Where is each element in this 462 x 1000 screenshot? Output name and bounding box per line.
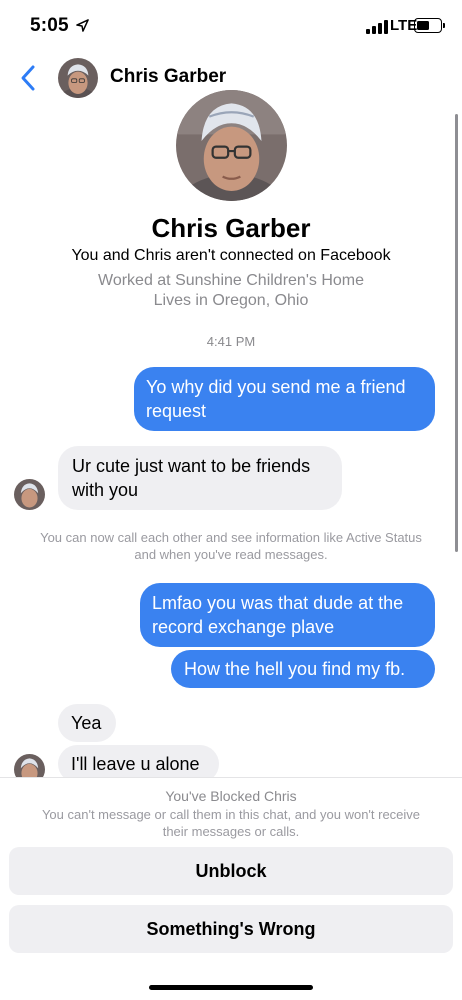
message-bubble-incoming[interactable]: Yea [58, 704, 116, 742]
location-arrow-icon [76, 19, 89, 32]
battery-level [417, 21, 430, 30]
battery-icon [414, 18, 445, 33]
profile-connection-status: You and Chris aren't connected on Facebo… [71, 247, 391, 264]
message-bubble-outgoing[interactable]: Yo why did you send me a friend request [134, 367, 435, 431]
profile-location: Lives in Oregon, Ohio [153, 292, 309, 309]
profile-work: Worked at Sunshine Children's Home [98, 272, 364, 289]
message-bubble-incoming[interactable]: Ur cute just want to be friends with you [58, 446, 342, 510]
back-chevron-icon[interactable] [18, 64, 38, 92]
sender-avatar[interactable] [14, 479, 45, 510]
message-timestamp: 4:41 PM [206, 334, 256, 349]
header-contact-name[interactable]: Chris Garber [110, 66, 226, 88]
header-avatar[interactable] [58, 58, 98, 98]
home-indicator[interactable] [149, 985, 313, 990]
blocked-description: You can't message or call them in this c… [41, 807, 421, 839]
unblock-button[interactable]: Unblock [9, 847, 453, 895]
blocked-title: You've Blocked Chris [165, 788, 297, 804]
status-bar: 5:05 LTE [0, 0, 462, 52]
scroll-indicator[interactable] [455, 114, 458, 552]
message-bubble-outgoing[interactable]: Lmfao you was that dude at the record ex… [140, 583, 435, 647]
something-wrong-button[interactable]: Something's Wrong [9, 905, 453, 953]
message-bubble-outgoing[interactable]: How the hell you find my fb. [171, 650, 435, 688]
blocked-panel: You've Blocked Chris You can't message o… [0, 777, 462, 1000]
system-notice: You can now call each other and see info… [40, 530, 422, 562]
status-time: 5:05 [30, 15, 69, 36]
cellular-signal-icon [366, 20, 388, 34]
profile-avatar[interactable] [176, 90, 287, 201]
profile-name: Chris Garber [151, 213, 311, 243]
